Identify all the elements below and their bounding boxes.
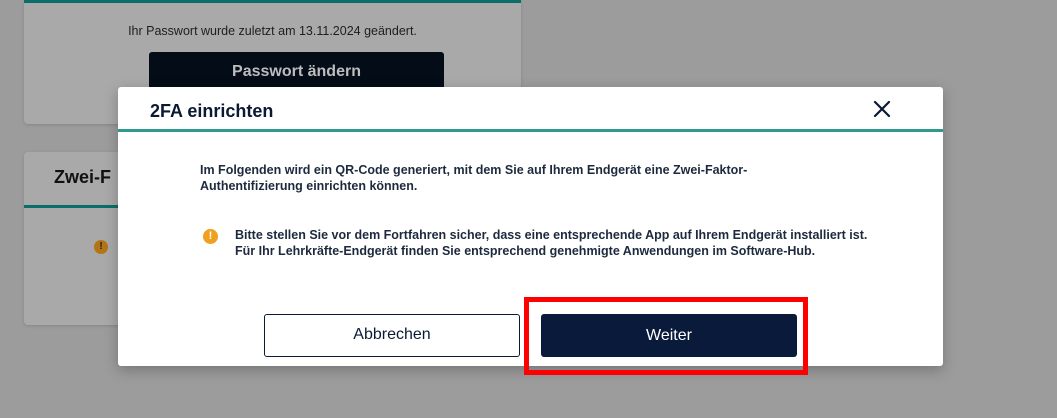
next-button[interactable]: Weiter <box>541 314 797 357</box>
twofa-card-title: Zwei-F <box>54 167 111 187</box>
password-last-changed-text: Ihr Passwort wurde zuletzt am 13.11.2024… <box>128 24 417 38</box>
twofa-setup-dialog: 2FA einrichten Im Folgenden wird ein QR-… <box>118 87 943 366</box>
dialog-intro-text: Im Folgenden wird ein QR-Code generiert,… <box>200 163 748 193</box>
close-icon[interactable] <box>870 97 894 121</box>
dialog-warning-text: Bitte stellen Sie vor dem Fortfahren sic… <box>235 228 868 258</box>
warning-icon: ! <box>203 229 218 244</box>
cancel-button[interactable]: Abbrechen <box>264 314 520 357</box>
dialog-title: 2FA einrichten <box>150 101 274 121</box>
card-accent-line <box>24 0 521 3</box>
dialog-header-separator <box>118 129 943 132</box>
warning-icon: ! <box>94 240 108 254</box>
change-password-button[interactable]: Passwort ändern <box>149 52 444 92</box>
